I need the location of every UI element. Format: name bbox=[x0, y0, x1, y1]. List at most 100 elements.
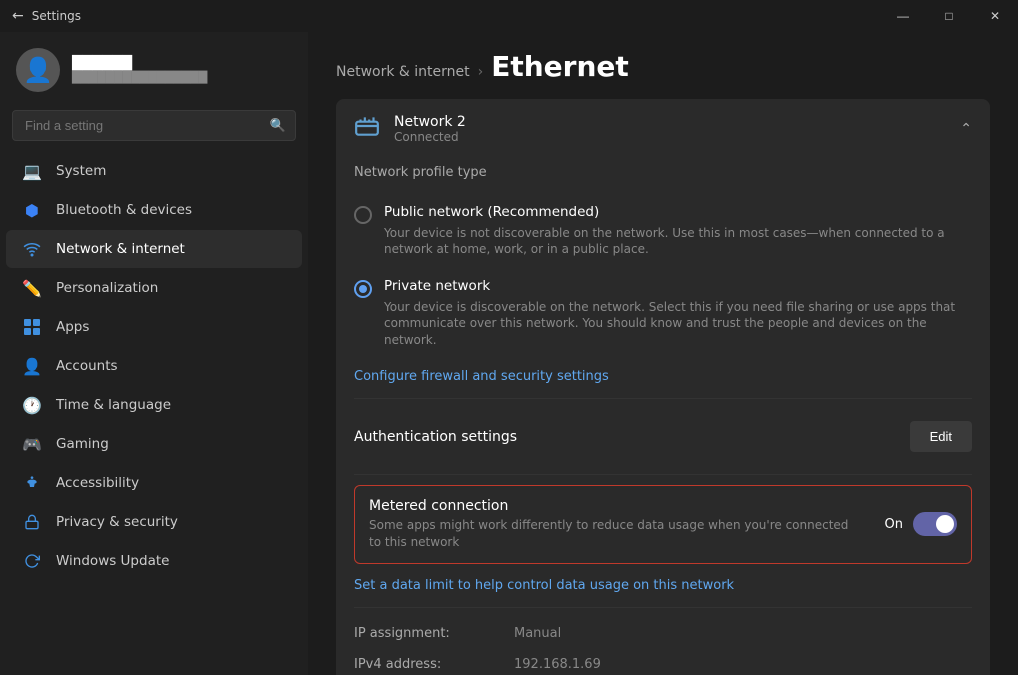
sidebar-item-gaming[interactable]: 🎮 Gaming bbox=[6, 425, 302, 463]
sidebar-item-accessibility[interactable]: Accessibility bbox=[6, 464, 302, 502]
public-network-desc: Your device is not discoverable on the n… bbox=[384, 225, 972, 259]
update-icon bbox=[22, 551, 42, 571]
metered-title: Metered connection bbox=[369, 498, 849, 514]
network-details: Network profile type Public network (Rec… bbox=[336, 165, 990, 675]
metered-toggle[interactable] bbox=[913, 512, 957, 536]
divider-2 bbox=[354, 474, 972, 475]
ip-assignment-label: IP assignment: bbox=[354, 626, 514, 641]
network-card-left: Network 2 Connected bbox=[354, 113, 466, 145]
profile-section-title: Network profile type bbox=[354, 165, 972, 180]
auth-settings-label: Authentication settings bbox=[354, 429, 517, 445]
metered-right: On bbox=[885, 512, 957, 536]
sidebar-item-privacy[interactable]: Privacy & security bbox=[6, 503, 302, 541]
personalization-icon: ✏️ bbox=[22, 278, 42, 298]
sidebar-item-update[interactable]: Windows Update bbox=[6, 542, 302, 580]
search-box: 🔍 bbox=[12, 110, 296, 141]
data-limit-link[interactable]: Set a data limit to help control data us… bbox=[354, 578, 734, 593]
sidebar-item-privacy-label: Privacy & security bbox=[56, 514, 178, 530]
sidebar-item-accounts[interactable]: 👤 Accounts bbox=[6, 347, 302, 385]
metered-info: Metered connection Some apps might work … bbox=[369, 498, 849, 551]
edit-button[interactable]: Edit bbox=[910, 421, 972, 452]
time-icon: 🕐 bbox=[22, 395, 42, 415]
private-network-desc: Your device is discoverable on the netwo… bbox=[384, 299, 972, 349]
page-title: Ethernet bbox=[491, 50, 629, 83]
ipv4-value: 192.168.1.69 bbox=[514, 657, 601, 672]
sidebar-item-system[interactable]: 💻 System bbox=[6, 152, 302, 190]
user-email: ████████████████ bbox=[72, 71, 207, 84]
ipv4-row: IPv4 address: 192.168.1.69 bbox=[354, 649, 972, 675]
back-icon[interactable]: ← bbox=[12, 8, 24, 24]
title-bar: ← Settings — □ ✕ bbox=[0, 0, 1018, 32]
app-title: Settings bbox=[32, 9, 81, 23]
network-icon bbox=[22, 239, 42, 259]
sidebar-item-apps[interactable]: Apps bbox=[6, 308, 302, 346]
sidebar-item-network-label: Network & internet bbox=[56, 241, 185, 257]
network-card-header[interactable]: Network 2 Connected ⌃ bbox=[336, 99, 990, 159]
user-name: ██████ bbox=[72, 56, 207, 71]
sidebar-item-accounts-label: Accounts bbox=[56, 358, 118, 374]
system-icon: 💻 bbox=[22, 161, 42, 181]
ipv4-label: IPv4 address: bbox=[354, 657, 514, 672]
metered-connection-row: Metered connection Some apps might work … bbox=[354, 485, 972, 564]
private-radio-btn[interactable] bbox=[354, 280, 372, 298]
network-name: Network 2 bbox=[394, 114, 466, 130]
firewall-link[interactable]: Configure firewall and security settings bbox=[354, 369, 609, 384]
private-network-label: Private network bbox=[384, 278, 972, 296]
ip-assignment-value: Manual bbox=[514, 626, 561, 641]
gaming-icon: 🎮 bbox=[22, 434, 42, 454]
close-button[interactable]: ✕ bbox=[972, 0, 1018, 32]
sidebar-item-personalization[interactable]: ✏️ Personalization bbox=[6, 269, 302, 307]
search-icon: 🔍 bbox=[270, 118, 286, 133]
sidebar-item-system-label: System bbox=[56, 163, 106, 179]
breadcrumb[interactable]: Network & internet bbox=[336, 64, 470, 80]
ip-assignment-row: IP assignment: Manual bbox=[354, 618, 972, 649]
chevron-up-icon: ⌃ bbox=[960, 121, 972, 137]
sidebar: 👤 ██████ ████████████████ 🔍 💻 System ⬢ B… bbox=[0, 32, 308, 675]
ethernet-icon bbox=[354, 113, 380, 145]
search-input[interactable] bbox=[12, 110, 296, 141]
apps-icon bbox=[22, 317, 42, 337]
sidebar-item-time-label: Time & language bbox=[56, 397, 171, 413]
page-header: Network & internet › Ethernet bbox=[308, 32, 1018, 99]
main-content: Network & internet › Ethernet bbox=[308, 32, 1018, 675]
user-info: ██████ ████████████████ bbox=[72, 56, 207, 84]
bluetooth-icon: ⬢ bbox=[22, 200, 42, 220]
window-controls: — □ ✕ bbox=[880, 0, 1018, 32]
breadcrumb-separator: › bbox=[478, 64, 484, 80]
accounts-icon: 👤 bbox=[22, 356, 42, 376]
accessibility-icon bbox=[22, 473, 42, 493]
divider-3 bbox=[354, 607, 972, 608]
network-info: Network 2 Connected bbox=[394, 114, 466, 144]
privacy-icon bbox=[22, 512, 42, 532]
sidebar-item-gaming-label: Gaming bbox=[56, 436, 109, 452]
sidebar-item-bluetooth[interactable]: ⬢ Bluetooth & devices bbox=[6, 191, 302, 229]
network-card: Network 2 Connected ⌃ Network profile ty… bbox=[336, 99, 990, 675]
public-network-text: Public network (Recommended) Your device… bbox=[384, 204, 972, 258]
public-network-option[interactable]: Public network (Recommended) Your device… bbox=[354, 194, 972, 268]
public-radio-btn[interactable] bbox=[354, 206, 372, 224]
sidebar-item-accessibility-label: Accessibility bbox=[56, 475, 139, 491]
sidebar-item-update-label: Windows Update bbox=[56, 553, 169, 569]
avatar-icon: 👤 bbox=[23, 56, 53, 84]
sidebar-item-bluetooth-label: Bluetooth & devices bbox=[56, 202, 192, 218]
metered-desc: Some apps might work differently to redu… bbox=[369, 517, 849, 551]
nav-list: 💻 System ⬢ Bluetooth & devices Network &… bbox=[0, 151, 308, 581]
public-network-label: Public network (Recommended) bbox=[384, 204, 972, 222]
app-container: 👤 ██████ ████████████████ 🔍 💻 System ⬢ B… bbox=[0, 32, 1018, 675]
auth-settings-row: Authentication settings Edit bbox=[354, 409, 972, 464]
private-network-text: Private network Your device is discovera… bbox=[384, 278, 972, 349]
sidebar-item-time[interactable]: 🕐 Time & language bbox=[6, 386, 302, 424]
divider bbox=[354, 398, 972, 399]
sidebar-item-personalization-label: Personalization bbox=[56, 280, 158, 296]
minimize-button[interactable]: — bbox=[880, 0, 926, 32]
maximize-button[interactable]: □ bbox=[926, 0, 972, 32]
content-area: Network 2 Connected ⌃ Network profile ty… bbox=[308, 99, 1018, 675]
sidebar-item-apps-label: Apps bbox=[56, 319, 89, 335]
sidebar-item-network[interactable]: Network & internet bbox=[6, 230, 302, 268]
radio-group: Public network (Recommended) Your device… bbox=[354, 194, 972, 359]
user-section[interactable]: 👤 ██████ ████████████████ bbox=[0, 32, 308, 104]
network-status: Connected bbox=[394, 130, 466, 144]
private-network-option[interactable]: Private network Your device is discovera… bbox=[354, 268, 972, 359]
avatar: 👤 bbox=[16, 48, 60, 92]
toggle-label: On bbox=[885, 517, 903, 532]
